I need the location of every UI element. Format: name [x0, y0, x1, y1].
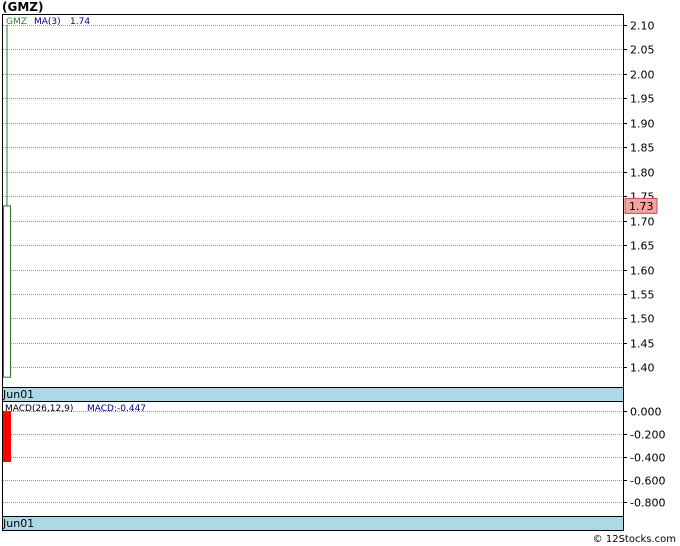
price-tick-label: 1.50: [630, 313, 655, 326]
price-tick-label: 2.10: [630, 20, 655, 33]
macd-tick-label: -0.600: [630, 475, 665, 488]
price-tick-label: 2.05: [630, 44, 655, 57]
price-tick-label: 1.55: [630, 289, 655, 302]
price-tick-label: 1.45: [630, 338, 655, 351]
price-tick-label: 1.60: [630, 265, 655, 278]
macd-date-label: Jun01: [2, 517, 34, 530]
ticker-label: GMZ: [6, 17, 27, 27]
price-date-bar: [2, 387, 624, 402]
macd-tick-label: -0.200: [630, 429, 665, 442]
price-tick-label: 1.65: [630, 240, 655, 253]
price-panel-frame: [2, 14, 624, 388]
macd-tick-label: -0.400: [630, 452, 665, 465]
candle-body: [3, 205, 11, 378]
macd-value: MACD:-0.447: [87, 404, 146, 414]
price-y-axis: 2.102.052.001.951.901.851.801.751.701.65…: [623, 20, 655, 375]
price-tick-label: 2.00: [630, 69, 655, 82]
price-tick-label: 1.85: [630, 142, 655, 155]
price-chart: 2.102.052.001.951.901.851.801.751.701.65…: [2, 14, 665, 531]
macd-y-axis: 0.000 -0.200 -0.400 -0.600 -0.800: [623, 406, 665, 510]
macd-tick-label: 0.000: [630, 406, 662, 419]
price-tick-label: 1.95: [630, 93, 655, 106]
price-tick-label: 1.90: [630, 118, 655, 131]
page-title: (GMZ): [2, 0, 44, 14]
ma-label: MA(3): [34, 17, 61, 27]
last-price-value: 1.73: [629, 200, 654, 213]
macd-date-bar: [2, 516, 624, 531]
price-date-label: Jun01: [2, 388, 34, 401]
macd-panel-frame: [2, 401, 624, 517]
price-tick-label: 1.80: [630, 167, 655, 180]
ma-value: 1.74: [70, 17, 90, 27]
macd-tick-label: -0.800: [630, 497, 665, 510]
price-tick-label: 1.40: [630, 362, 655, 375]
macd-bars: [3, 411, 11, 463]
macd-bar: [3, 411, 11, 463]
price-tick-label: 1.70: [630, 216, 655, 229]
macd-label: MACD(26,12,9): [5, 404, 73, 414]
copyright-notice: © 12Stocks.com: [592, 534, 676, 545]
